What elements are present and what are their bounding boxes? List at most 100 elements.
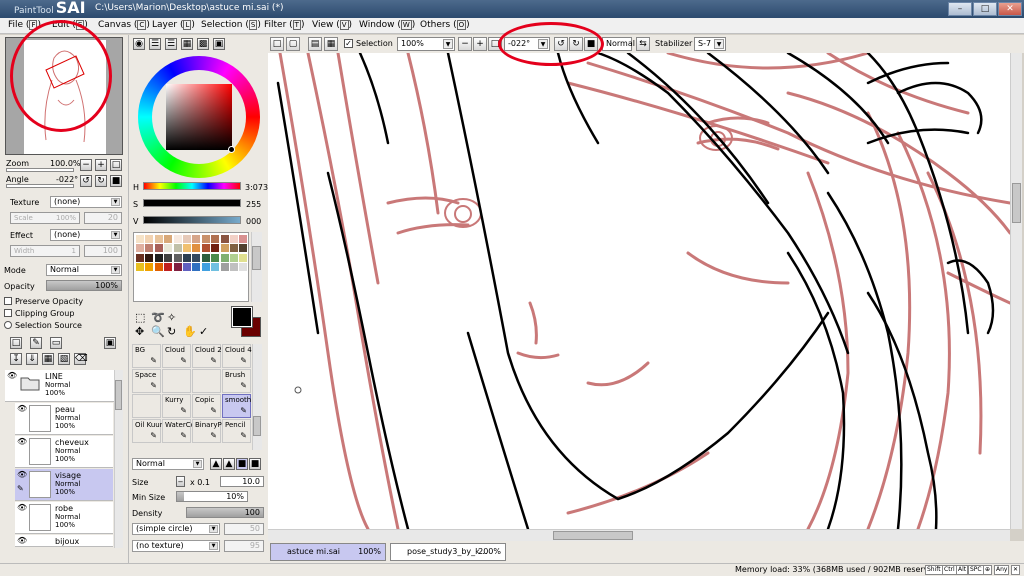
new-folder-icon[interactable]: ▭	[50, 337, 62, 349]
stabilizer-select[interactable]: S-7 ▼	[694, 37, 726, 51]
color-swatch[interactable]	[211, 263, 220, 272]
rotate-cw-button[interactable]: ↻	[569, 37, 583, 51]
color-swatch[interactable]	[145, 263, 154, 272]
magic-wand-icon[interactable]: ✧	[167, 311, 176, 324]
layer-row-cheveux[interactable]: 👁 cheveux Normal 100%	[15, 436, 113, 468]
layer-row-line[interactable]: 👁 LINE Normal 100%	[5, 370, 123, 402]
color-swatch[interactable]	[154, 235, 163, 243]
color-swatch[interactable]	[230, 244, 238, 253]
menu-edit[interactable]: Edit (E)	[52, 20, 88, 30]
color-swatch[interactable]	[154, 263, 163, 272]
close-button[interactable]: ✕	[998, 2, 1022, 16]
opacity-slider[interactable]: 100%	[46, 280, 122, 291]
rotate-cw-button[interactable]: ↻	[95, 175, 107, 187]
rotate-reset-button[interactable]: ■	[110, 175, 122, 187]
palette-tab-icon[interactable]: ▩	[197, 38, 209, 50]
zoom-slider[interactable]	[6, 168, 74, 172]
zoom-tool-icon[interactable]: 🔍	[151, 325, 165, 338]
color-swatch[interactable]	[183, 235, 191, 243]
min-size-slider[interactable]: 10%	[176, 491, 248, 502]
layer-row-robe[interactable]: 👁 robe Normal 100%	[15, 502, 113, 534]
eye-icon[interactable]: 👁	[17, 405, 27, 413]
maximize-button[interactable]: □	[973, 2, 997, 16]
hue-slider[interactable]	[143, 182, 241, 190]
color-swatch[interactable]	[173, 244, 182, 253]
color-wheel-tab-icon[interactable]: ◉	[133, 38, 145, 50]
canvas-vertical-scrollbar[interactable]	[1010, 53, 1022, 529]
brush-shape-select[interactable]: (simple circle) ▼	[132, 523, 220, 535]
brush-texture-select[interactable]: (no texture) ▼	[132, 540, 220, 552]
scratchpad-tab-icon[interactable]: ▣	[213, 38, 225, 50]
zoom-select[interactable]: 100% ▼	[397, 37, 455, 51]
move-icon[interactable]: ✥	[135, 325, 144, 338]
color-swatch[interactable]	[173, 253, 182, 262]
layer-row-visage[interactable]: 👁 ✎ visage Normal 100%	[15, 469, 113, 501]
color-swatch[interactable]	[192, 244, 201, 253]
hsv-sliders-tab-icon[interactable]: ☰	[165, 38, 177, 50]
color-swatch[interactable]	[220, 253, 229, 262]
eye-icon[interactable]: 👁	[7, 372, 17, 380]
new-linework-layer-icon[interactable]: ✎	[30, 337, 42, 349]
hand-icon[interactable]: ✋	[183, 325, 197, 338]
swatches-tab-icon[interactable]: ▦	[181, 38, 193, 50]
lasso-icon[interactable]: ➰	[151, 311, 165, 324]
color-swatch[interactable]	[164, 263, 173, 272]
layer-scrollbar[interactable]	[114, 370, 123, 548]
eye-icon[interactable]: 👁	[17, 537, 27, 545]
preserve-opacity-checkbox[interactable]	[4, 297, 12, 305]
rotate-ccw-button[interactable]: ↺	[554, 37, 568, 51]
tool-scrollbar[interactable]	[252, 344, 262, 450]
menu-file[interactable]: File (F)	[8, 20, 41, 30]
merge-down-icon[interactable]: ⇓	[26, 353, 38, 365]
color-swatch[interactable]	[211, 253, 220, 262]
rect-select-icon[interactable]: ⬚	[135, 311, 145, 324]
effect-select[interactable]: (none) ▼	[50, 229, 122, 241]
tool-preset[interactable]	[192, 369, 221, 393]
color-swatch[interactable]	[145, 244, 154, 253]
primary-color[interactable]	[231, 306, 253, 328]
color-swatch[interactable]	[183, 244, 191, 253]
tool-preset[interactable]: Pencil ✎	[222, 419, 251, 443]
tool-preset[interactable]: BG ✎	[132, 344, 161, 368]
color-swatch[interactable]	[136, 235, 144, 243]
color-swatch[interactable]	[154, 244, 163, 253]
eye-icon[interactable]: 👁	[17, 471, 27, 479]
eye-icon[interactable]: 👁	[17, 438, 27, 446]
blend-mode-select[interactable]: Normal ▼	[46, 264, 122, 276]
tool-preset[interactable]: Cloud ✎	[162, 344, 191, 368]
new-layer-icon[interactable]: □	[10, 337, 22, 349]
flip-button[interactable]: ⇆	[636, 37, 650, 51]
layer-row-bijoux[interactable]: 👁 bijoux	[15, 535, 113, 547]
tool-preset[interactable]: WaterCc ✎	[162, 419, 192, 443]
clipping-group-checkbox[interactable]	[4, 309, 12, 317]
zoom-in-button[interactable]: +	[95, 159, 107, 171]
saturation-value-square[interactable]	[166, 84, 232, 150]
menu-others[interactable]: Others (O)	[420, 20, 470, 30]
color-swatch[interactable]	[220, 244, 229, 253]
color-swatch[interactable]	[192, 235, 201, 243]
drawing-canvas[interactable]	[268, 53, 1010, 529]
tool-preset[interactable]: smooth ✎	[222, 394, 251, 418]
menu-filter[interactable]: Filter (T)	[264, 20, 304, 30]
menu-canvas[interactable]: Canvas (C)	[98, 20, 150, 30]
tool-preset[interactable]: Oil Kuur ✎	[132, 419, 162, 443]
canvas-horizontal-scrollbar[interactable]	[268, 529, 1010, 541]
tool-preset[interactable]: Brush ✎	[222, 369, 251, 393]
color-swatch[interactable]	[211, 235, 220, 243]
tool-preset[interactable]: Kurry ✎	[162, 394, 191, 418]
angle-select[interactable]: -022° ▼	[504, 37, 550, 51]
color-swatch[interactable]	[239, 263, 248, 272]
invert-selection-icon[interactable]: ▢	[286, 37, 300, 51]
brush-mode-select[interactable]: Normal ▼	[132, 458, 204, 470]
reset-rotation-button[interactable]: ■	[584, 37, 598, 51]
color-swatch[interactable]	[192, 253, 201, 262]
tool-preset[interactable]	[162, 369, 191, 393]
layer-row-peau[interactable]: 👁 peau Normal 100%	[15, 403, 113, 435]
color-swatch[interactable]	[145, 235, 154, 243]
color-swatch[interactable]	[136, 244, 144, 253]
color-swatch[interactable]	[220, 235, 229, 243]
tool-preset[interactable]: Copic ✎	[192, 394, 221, 418]
color-swatch[interactable]	[173, 263, 182, 272]
eye-icon[interactable]: 👁	[17, 504, 27, 512]
color-swatch[interactable]	[154, 253, 163, 262]
